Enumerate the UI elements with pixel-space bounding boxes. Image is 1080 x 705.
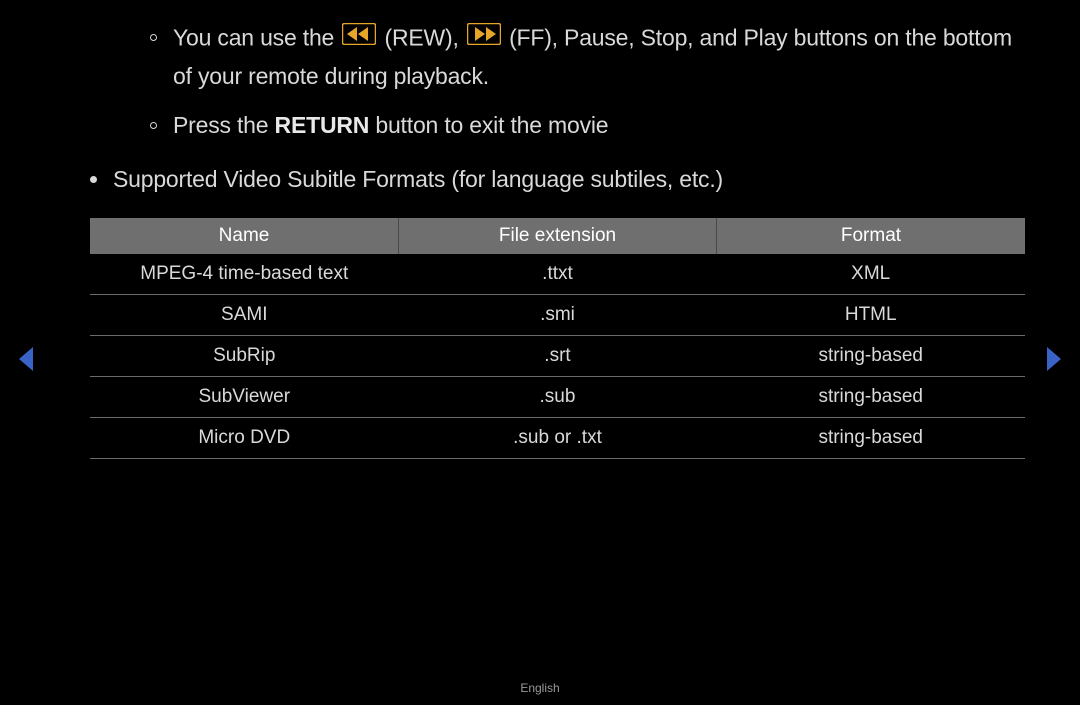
table-row: Micro DVD.sub or .txtstring-based	[90, 417, 1025, 458]
bullet-text: Supported Video Subitle Formats (for lan…	[113, 162, 723, 198]
text-fragment: Press the	[173, 112, 275, 138]
table-cell: .smi	[399, 294, 717, 335]
table-row: MPEG-4 time-based text.ttxtXML	[90, 254, 1025, 295]
table-cell: .srt	[399, 335, 717, 376]
text-fragment: You can use the	[173, 24, 340, 50]
return-label: RETURN	[275, 112, 370, 138]
text-fragment: button to exit the movie	[369, 112, 608, 138]
language-footer: English	[0, 681, 1080, 695]
table-cell: XML	[716, 254, 1025, 295]
table-cell: string-based	[716, 376, 1025, 417]
bullet-text: You can use the (REW), (FF), Pause, Stop…	[173, 20, 1025, 94]
bullet-dot	[150, 122, 157, 129]
table-cell: .ttxt	[399, 254, 717, 295]
table-header-row: Name File extension Format	[90, 218, 1025, 254]
table-cell: .sub	[399, 376, 717, 417]
rewind-icon	[342, 20, 376, 56]
bullet-dot	[150, 34, 157, 41]
subtitle-formats-table: Name File extension Format MPEG-4 time-b…	[90, 218, 1025, 459]
text-fragment: (REW),	[378, 24, 465, 50]
table-cell: MPEG-4 time-based text	[90, 254, 399, 295]
next-page-arrow[interactable]	[1045, 345, 1065, 378]
fast-forward-icon	[467, 20, 501, 56]
bullet-remote-buttons: You can use the (REW), (FF), Pause, Stop…	[150, 20, 1025, 94]
table-cell: SAMI	[90, 294, 399, 335]
table-row: SAMI.smiHTML	[90, 294, 1025, 335]
bullet-return-button: Press the RETURN button to exit the movi…	[150, 108, 1025, 144]
table-cell: string-based	[716, 417, 1025, 458]
col-header-format: Format	[716, 218, 1025, 254]
table-row: SubRip.srtstring-based	[90, 335, 1025, 376]
bullet-subtitle-heading: Supported Video Subitle Formats (for lan…	[90, 162, 1025, 198]
table-cell: HTML	[716, 294, 1025, 335]
table-cell: string-based	[716, 335, 1025, 376]
bullet-dot	[90, 176, 97, 183]
table-row: SubViewer.substring-based	[90, 376, 1025, 417]
col-header-ext: File extension	[399, 218, 717, 254]
col-header-name: Name	[90, 218, 399, 254]
table-cell: SubRip	[90, 335, 399, 376]
bullet-text: Press the RETURN button to exit the movi…	[173, 108, 608, 144]
prev-page-arrow[interactable]	[15, 345, 35, 378]
table-cell: .sub or .txt	[399, 417, 717, 458]
table-cell: SubViewer	[90, 376, 399, 417]
table-cell: Micro DVD	[90, 417, 399, 458]
